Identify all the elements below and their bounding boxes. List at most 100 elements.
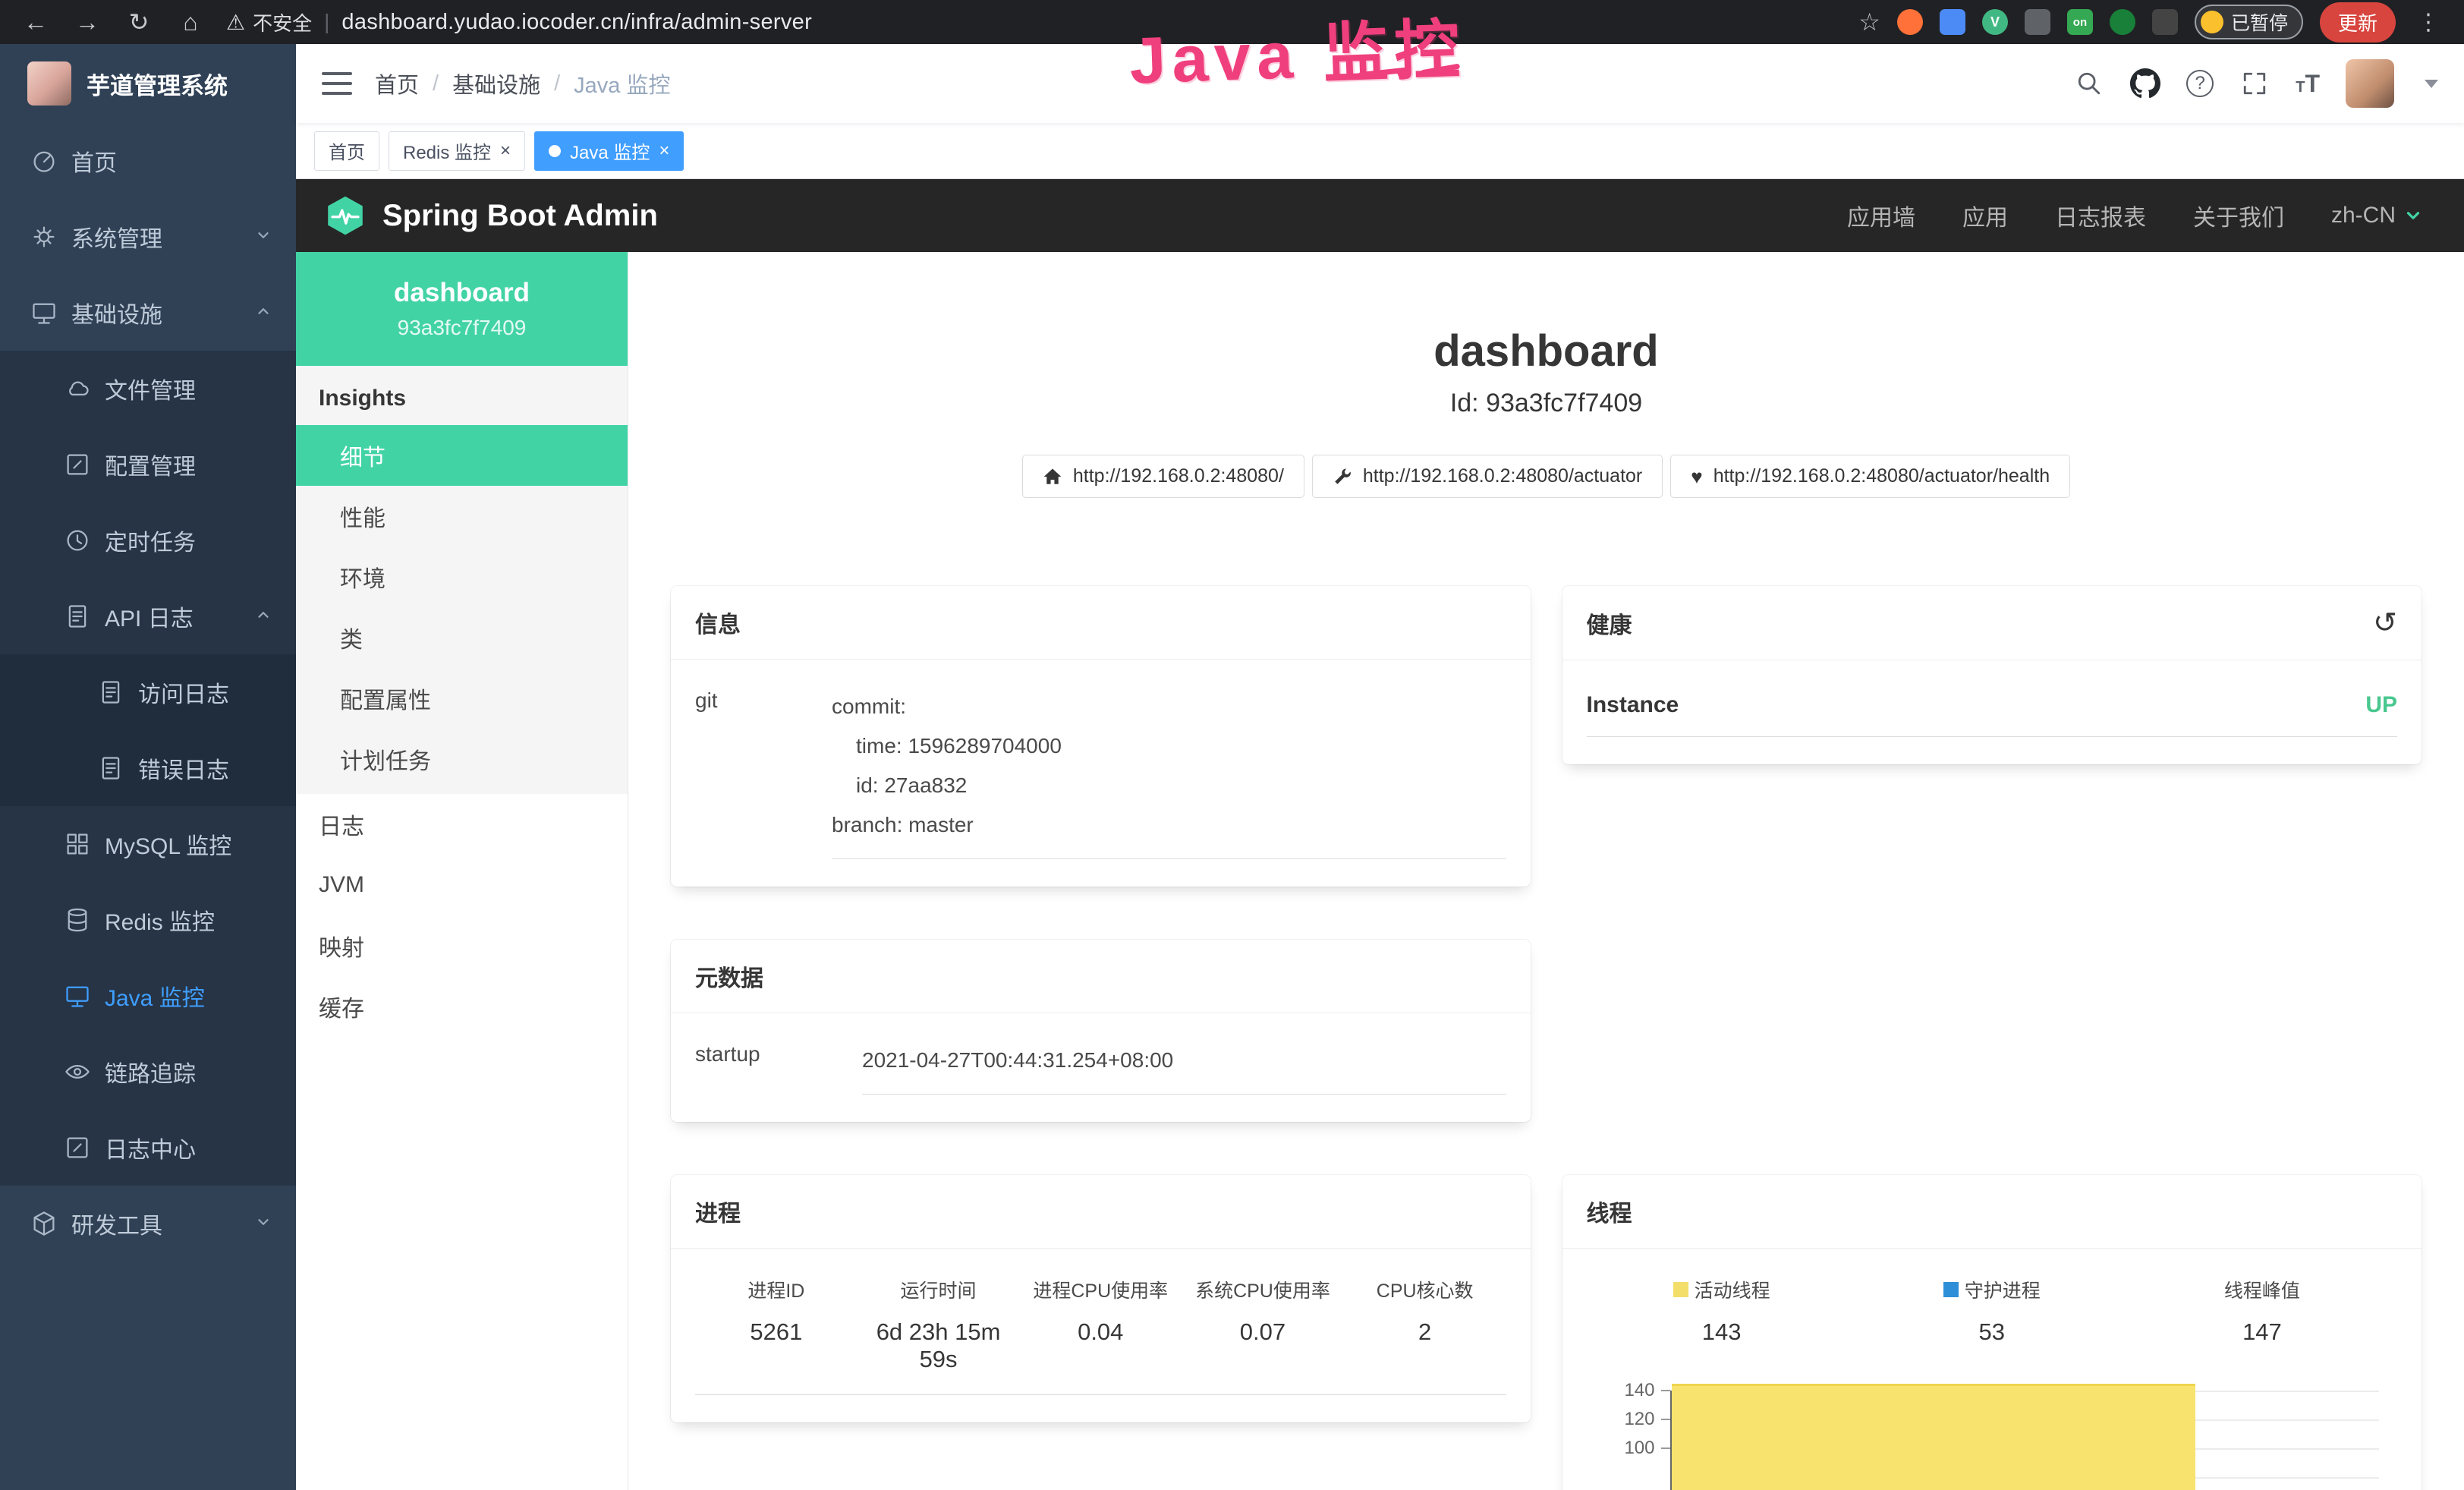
leaf-extension-icon[interactable] bbox=[2110, 9, 2135, 35]
eye-icon bbox=[64, 1058, 91, 1085]
extension-icon[interactable] bbox=[1940, 9, 1965, 35]
edit-icon bbox=[64, 451, 91, 478]
sidebar-item-redis[interactable]: Redis 监控 bbox=[0, 882, 296, 958]
insights-item-details[interactable]: 细节 bbox=[296, 425, 628, 486]
url-text: dashboard.yudao.iocoder.cn/infra/admin-s… bbox=[341, 10, 812, 35]
insights-item-performance[interactable]: 性能 bbox=[296, 486, 628, 547]
threads-chart-yaxis: 140 120 100 bbox=[1587, 1376, 1670, 1490]
sidebar-item-trace[interactable]: 链路追踪 bbox=[0, 1034, 296, 1110]
sidebar-item-config[interactable]: 配置管理 bbox=[0, 427, 296, 502]
insights-item-config-props[interactable]: 配置属性 bbox=[296, 668, 628, 729]
switch-on-icon[interactable]: on bbox=[2067, 9, 2093, 35]
tab-redis[interactable]: Redis 监控 × bbox=[389, 131, 525, 171]
home-nav-icon[interactable]: ⌂ bbox=[175, 8, 206, 36]
sidebar-item-file[interactable]: 文件管理 bbox=[0, 351, 296, 427]
fullscreen-icon[interactable] bbox=[2239, 68, 2270, 99]
sidebar-item-java[interactable]: Java 监控 bbox=[0, 958, 296, 1034]
grid-icon bbox=[64, 830, 91, 858]
locale-select[interactable]: zh-CN bbox=[2331, 203, 2423, 228]
heart-icon: ♥ bbox=[1691, 467, 1702, 487]
annotation-text: Java 监控 bbox=[1128, 0, 1467, 102]
extensions-grid-icon[interactable] bbox=[2025, 9, 2050, 35]
avatar-caret-icon[interactable] bbox=[2425, 80, 2438, 88]
service-url-link[interactable]: http://192.168.0.2:48080/ bbox=[1022, 455, 1304, 498]
address-bar[interactable]: ⚠ 不安全 | dashboard.yudao.iocoder.cn/infra… bbox=[226, 8, 812, 36]
health-status-badge: UP bbox=[2365, 692, 2397, 718]
search-icon[interactable] bbox=[2074, 68, 2104, 99]
tab-java[interactable]: Java 监控 × bbox=[534, 131, 684, 171]
sidebar-item-mysql[interactable]: MySQL 监控 bbox=[0, 806, 296, 882]
paused-badge[interactable]: 已暂停 bbox=[2195, 5, 2303, 39]
browser-menu-icon[interactable]: ⋮ bbox=[2412, 9, 2444, 36]
sidebar-item-error-log[interactable]: 错误日志 bbox=[0, 730, 296, 806]
forward-icon[interactable]: → bbox=[71, 8, 103, 36]
gear-icon bbox=[30, 223, 58, 250]
back-icon[interactable]: ← bbox=[20, 8, 52, 36]
refresh-icon[interactable]: ↻ bbox=[123, 8, 155, 36]
sba-nav-wallboard[interactable]: 应用墙 bbox=[1847, 199, 1915, 232]
metadata-value: 2021-04-27T00:44:31.254+08:00 bbox=[862, 1041, 1506, 1095]
threads-card-title: 线程 bbox=[1587, 1195, 1632, 1228]
page-title: dashboard bbox=[628, 325, 2464, 378]
insights-group: Insights 细节 性能 环境 类 配置属性 计划任务 bbox=[296, 366, 628, 794]
health-instance-label: Instance bbox=[1587, 692, 1679, 718]
puzzle-extension-icon[interactable] bbox=[2152, 9, 2178, 35]
not-secure-warning[interactable]: ⚠ 不安全 bbox=[226, 8, 312, 36]
process-col-process-cpu: 进程CPU使用率 0.04 bbox=[1019, 1276, 1182, 1373]
process-col-cpu-cores: CPU核心数 2 bbox=[1344, 1276, 1506, 1373]
history-icon[interactable]: ↺ bbox=[2373, 606, 2397, 640]
sidebar-item-access-log[interactable]: 访问日志 bbox=[0, 654, 296, 730]
document-icon bbox=[97, 754, 124, 782]
sidebar-item-caches[interactable]: 缓存 bbox=[296, 976, 628, 1037]
threads-chart-plot bbox=[1670, 1391, 2380, 1490]
actuator-url-link[interactable]: http://192.168.0.2:48080/actuator bbox=[1312, 455, 1663, 498]
health-url-link[interactable]: ♥ http://192.168.0.2:48080/actuator/heal… bbox=[1670, 455, 2070, 498]
document-icon bbox=[64, 603, 91, 630]
hamburger-icon[interactable] bbox=[322, 72, 352, 95]
user-avatar[interactable] bbox=[2346, 59, 2394, 108]
document-icon bbox=[97, 679, 124, 706]
insights-item-scheduled-tasks[interactable]: 计划任务 bbox=[296, 729, 628, 789]
sidebar-item-logs[interactable]: 日志 bbox=[296, 794, 628, 855]
sidebar-item-api-log[interactable]: API 日志 bbox=[0, 578, 296, 654]
chevron-up-icon bbox=[255, 300, 272, 326]
sba-nav-about[interactable]: 关于我们 bbox=[2193, 199, 2284, 232]
health-card-title: 健康 bbox=[1587, 606, 1632, 640]
sidebar-item-dev-tools[interactable]: 研发工具 bbox=[0, 1186, 296, 1262]
vue-devtools-icon[interactable]: V bbox=[1982, 9, 2008, 35]
sidebar-item-job[interactable]: 定时任务 bbox=[0, 502, 296, 578]
sidebar-item-mappings[interactable]: 映射 bbox=[296, 915, 628, 976]
app-logo[interactable]: 芋道管理系统 bbox=[0, 44, 296, 123]
chevron-down-icon bbox=[255, 224, 272, 250]
close-icon[interactable]: × bbox=[500, 142, 511, 160]
tab-home[interactable]: 首页 bbox=[314, 131, 379, 171]
sidebar-item-log-center[interactable]: 日志中心 bbox=[0, 1110, 296, 1186]
close-icon[interactable]: × bbox=[659, 142, 669, 160]
sidebar-item-jvm[interactable]: JVM bbox=[296, 855, 628, 915]
insights-item-classes[interactable]: 类 bbox=[296, 607, 628, 668]
sba-logo-icon bbox=[325, 195, 366, 236]
app-title: 芋道管理系统 bbox=[87, 67, 228, 101]
extension-icon[interactable] bbox=[1897, 9, 1923, 35]
sba-nav-applications[interactable]: 应用 bbox=[1962, 199, 2008, 232]
tabs-bar: 首页 Redis 监控 × Java 监控 × bbox=[296, 123, 2464, 179]
sba-nav-journal[interactable]: 日志报表 bbox=[2055, 199, 2146, 232]
clock-icon bbox=[64, 527, 91, 554]
font-size-icon[interactable]: TT bbox=[2296, 70, 2320, 98]
sba-header: Spring Boot Admin 应用墙 应用 日志报表 关于我们 zh-CN bbox=[296, 179, 2464, 252]
breadcrumb-home[interactable]: 首页 bbox=[375, 68, 419, 99]
help-icon[interactable]: ? bbox=[2186, 70, 2214, 97]
github-icon[interactable] bbox=[2130, 68, 2160, 99]
sidebar-item-home[interactable]: 首页 bbox=[0, 123, 296, 199]
sidebar-item-system[interactable]: 系统管理 bbox=[0, 199, 296, 275]
insights-item-environment[interactable]: 环境 bbox=[296, 547, 628, 607]
box-icon bbox=[30, 1210, 58, 1237]
bookmark-star-icon[interactable]: ☆ bbox=[1858, 8, 1880, 36]
legend-swatch-yellow bbox=[1673, 1282, 1688, 1297]
sidebar-item-infra[interactable]: 基础设施 bbox=[0, 275, 296, 351]
chevron-down-icon bbox=[255, 1211, 272, 1236]
breadcrumb-infra[interactable]: 基础设施 bbox=[452, 68, 540, 99]
instance-id: 93a3fc7f7409 bbox=[398, 316, 527, 340]
sba-brand[interactable]: Spring Boot Admin bbox=[325, 195, 658, 236]
chrome-update-button[interactable]: 更新 bbox=[2320, 2, 2396, 43]
